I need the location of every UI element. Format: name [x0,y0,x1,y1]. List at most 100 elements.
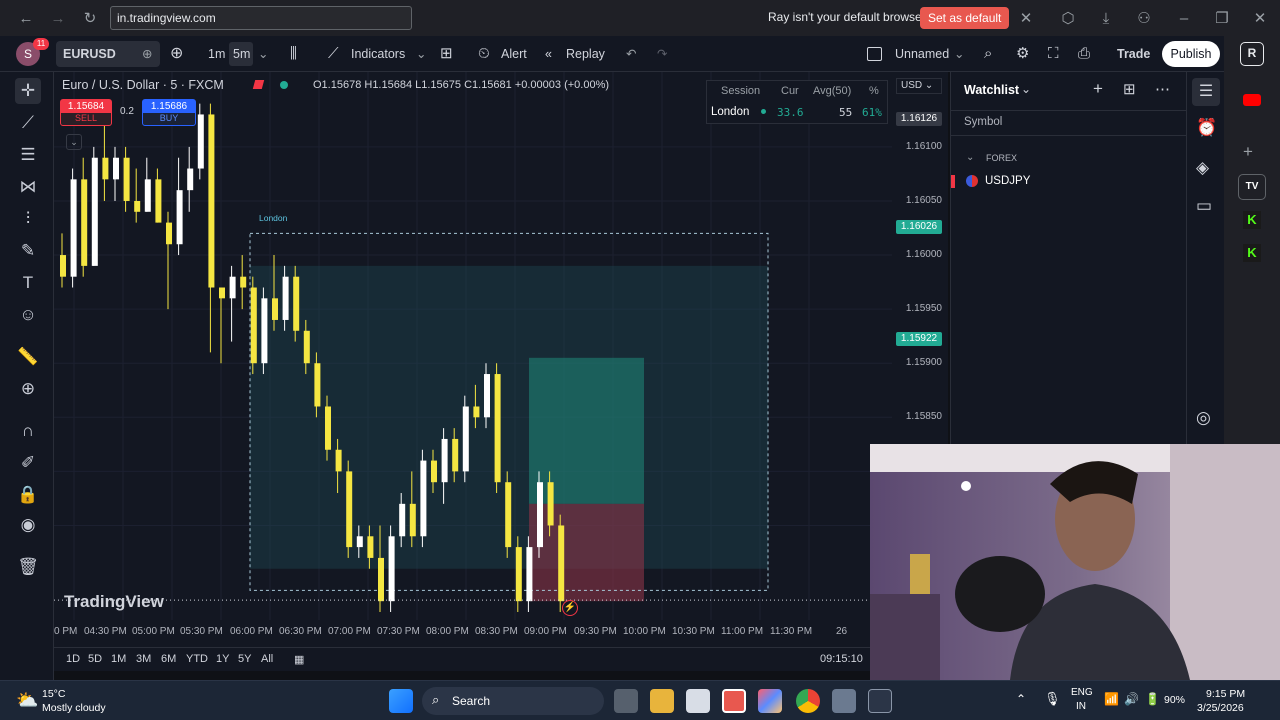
address-bar[interactable]: in.tradingview.com [110,6,412,30]
interval-5m[interactable]: 5m [233,42,250,66]
eye-icon[interactable]: ◉ [15,512,41,538]
indicators-dropdown-icon[interactable]: ⌄ [416,42,426,66]
advanced-view-icon[interactable]: ⊞ [1123,80,1136,98]
interval-dropdown-icon[interactable]: ⌄ [258,42,268,66]
profile-icon[interactable]: ⚇ [1130,4,1158,32]
crosshair-icon[interactable]: ✛ [15,78,41,104]
chat-icon[interactable]: ▭ [1196,196,1212,216]
compare-badge-icon[interactable]: ⊕ [142,42,152,66]
range-5d[interactable]: 5D [88,653,102,665]
lock-drawing-icon[interactable]: ✐ [15,450,41,476]
brush-icon[interactable]: ✎ [15,238,41,264]
file-explorer-icon[interactable] [650,689,674,713]
close-notice-icon[interactable]: ✕ [1012,4,1040,32]
chrome-icon[interactable] [796,689,820,713]
add-symbol-icon[interactable]: ⊕ [170,42,183,66]
lightning-icon[interactable]: ⚡ [562,600,578,616]
youtube-icon[interactable] [1243,94,1261,106]
alerts-clock-icon[interactable]: ⏰ [1196,118,1217,138]
fib-icon[interactable]: ☰ [15,142,41,168]
range-all[interactable]: All [261,653,273,665]
back-icon[interactable]: ← [12,4,40,32]
indicators-button[interactable]: Indicators [351,42,405,66]
trend-line-icon[interactable]: ⟋ [15,110,41,136]
watchlist-group[interactable]: FOREX [986,153,1017,163]
tray-overflow-icon[interactable]: ⌃ [1016,692,1026,706]
close-window-icon[interactable]: ✕ [1246,4,1274,32]
prediction-icon[interactable]: ⫶ [15,206,41,232]
lang-2[interactable]: IN [1076,701,1086,712]
set-default-button[interactable]: Set as default [920,7,1010,29]
trash-icon[interactable]: 🗑 [15,554,41,580]
layout-name[interactable]: Unnamed [895,42,949,66]
watchlist-dropdown-icon[interactable]: ⌄ [1021,82,1031,96]
lock-icon[interactable]: 🔒 [15,482,41,508]
ruler-icon[interactable]: 📏 [15,344,41,370]
templates-icon[interactable]: ⊞ [440,42,453,66]
chart-type-icon[interactable]: ⫼ [290,42,297,66]
microphone-icon[interactable]: 🎙 [1044,691,1061,707]
start-icon[interactable] [389,689,413,713]
text-icon[interactable]: T [15,270,41,296]
watchlist-item-usdjpy[interactable]: USDJPY [985,175,1030,187]
copilot-icon[interactable] [758,689,782,713]
volume-icon[interactable]: 🔊 [1124,692,1139,706]
weather-icon[interactable]: ⛅ [16,690,38,711]
buy-button[interactable]: 1.15686 BUY [142,99,196,126]
camera-app-icon[interactable] [832,689,856,713]
fullscreen-icon[interactable]: ⛶ [1048,42,1059,66]
time-axis[interactable]: 0 PM 04:30 PM 05:00 PM 05:30 PM 06:00 PM 06:3… [54,620,892,642]
magnet-icon[interactable]: ∩ [15,418,41,444]
zoom-icon[interactable]: ⊕ [15,376,41,402]
layers-icon[interactable]: ◈ [1196,158,1209,178]
publish-button[interactable]: Publish [1162,41,1220,67]
kick-app-icon-2[interactable]: K [1243,244,1261,262]
range-6m[interactable]: 6M [161,653,176,665]
wifi-icon[interactable]: 📶 [1104,692,1119,706]
battery-level[interactable]: 90% [1164,694,1185,706]
tradingview-app-icon[interactable]: TV [1238,174,1266,200]
session-box-label[interactable]: London [259,213,287,223]
download-icon[interactable]: ⤓ [1092,4,1120,32]
weather-temp[interactable]: 15°C [42,688,65,700]
task-view-icon[interactable] [614,689,638,713]
clock-time[interactable]: 9:15 PM [1206,688,1245,700]
emoji-icon[interactable]: ☺ [15,302,41,328]
chart-title[interactable]: Euro / U.S. Dollar · 5 · FXCM [62,78,224,92]
redo-icon[interactable]: ↷ [657,42,667,66]
alert-button[interactable]: Alert [501,42,527,66]
replay-button[interactable]: Replay [566,42,605,66]
currency-selector[interactable]: USD ⌄ [896,78,942,94]
forward-icon[interactable]: → [44,4,72,32]
range-3m[interactable]: 3M [136,653,151,665]
chart-pane[interactable]: Euro / U.S. Dollar · 5 · FXCM O1.15678 H… [54,72,892,647]
target-icon[interactable]: ◎ [1196,408,1211,428]
trade-button[interactable]: Trade [1117,42,1150,66]
group-collapse-icon[interactable]: ⌄ [966,152,974,163]
range-ytd[interactable]: YTD [186,653,208,665]
range-1m[interactable]: 1M [111,653,126,665]
store-icon[interactable] [686,689,710,713]
quick-search-icon[interactable]: ⌕ [984,42,992,66]
range-5y[interactable]: 5Y [238,653,251,665]
lang-1[interactable]: ENG [1071,687,1093,698]
add-app-icon[interactable]: + [1243,142,1253,162]
kick-app-icon[interactable]: K [1243,211,1261,229]
calendar-icon[interactable]: ▦ [294,653,304,666]
price-chart[interactable] [54,72,892,620]
ray-browser-icon[interactable] [722,689,746,713]
battery-icon[interactable]: 🔋 [1145,692,1160,706]
more-options-icon[interactable]: ⋯ [1155,80,1170,98]
refresh-icon[interactable]: ↻ [76,4,104,32]
collapse-legend-icon[interactable]: ⌄ [66,134,82,150]
weather-desc[interactable]: Mostly cloudy [42,702,106,714]
settings-icon[interactable]: ⚙ [1016,42,1029,66]
range-1y[interactable]: 1Y [216,653,229,665]
interval-1m[interactable]: 1m [208,42,225,66]
pattern-icon[interactable]: ⋈ [15,174,41,200]
minimize-icon[interactable]: – [1170,4,1198,32]
chart-clock[interactable]: 09:15:10 [820,653,863,665]
sell-button[interactable]: 1.15684 SELL [60,99,112,126]
watchlist-toggle-icon[interactable]: ☰ [1192,78,1220,106]
ray-app-icon[interactable]: R [1240,42,1264,66]
